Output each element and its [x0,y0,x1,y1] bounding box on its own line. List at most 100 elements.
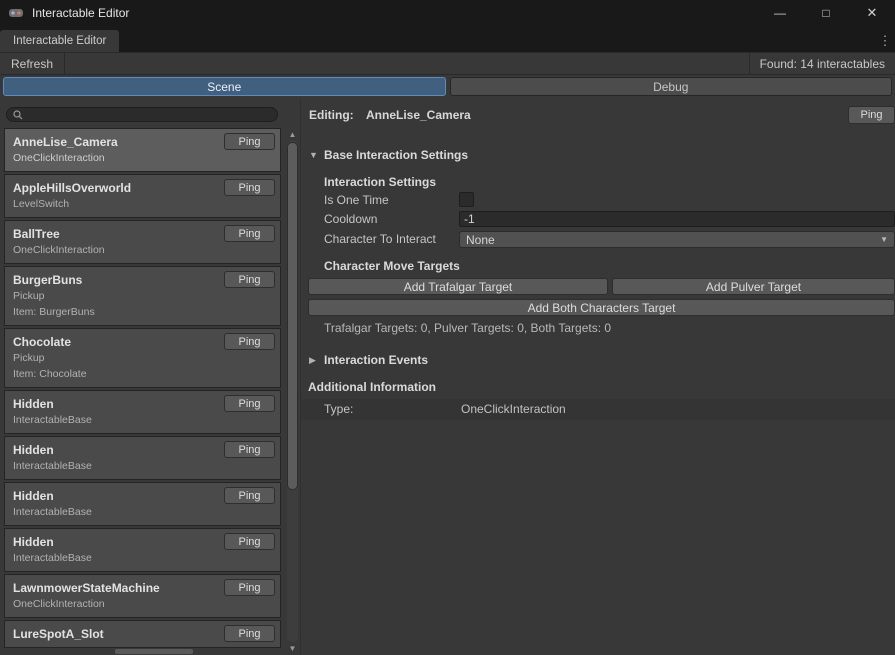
list-item[interactable]: Hidden InteractableBase Ping [4,482,281,526]
interactable-list: AnneLise_Camera OneClickInteraction Ping… [4,128,281,655]
add-both-row: Add Both Characters Target [301,299,895,316]
foldout-closed-icon: ▶ [309,355,318,366]
document-tab-bar: Interactable Editor ⋮ [0,26,895,52]
tab-menu-icon[interactable]: ⋮ [875,30,895,52]
list-item-sublines: InteractableBase [13,458,272,474]
vertical-scrollbar[interactable]: ▲ ▼ [285,99,300,655]
list-item[interactable]: Hidden InteractableBase Ping [4,436,281,480]
base-interaction-settings-foldout[interactable]: ▼ Base Interaction Settings [309,148,887,162]
tab-scene[interactable]: Scene [3,77,446,96]
character-to-interact-dropdown[interactable]: None ▼ [459,231,895,248]
add-trafalgar-target-button[interactable]: Add Trafalgar Target [308,278,608,295]
character-to-interact-row: Character To Interact None ▼ [301,231,895,248]
list-item[interactable]: AppleHillsOverworld LevelSwitch Ping [4,174,281,218]
list-item-subline: InteractableBase [13,412,272,428]
dropdown-value: None [466,233,495,247]
maximize-button[interactable]: □ [803,0,849,26]
list-item-sublines: OneClickInteraction [13,596,272,612]
ping-button[interactable]: Ping [224,133,275,150]
close-button[interactable]: ✕ [849,0,895,26]
list-item-sublines: OneClickInteraction [13,150,272,166]
scene-list-panel: × AnneLise_Camera OneClickInteraction Pi… [0,99,285,655]
search-input[interactable] [23,108,271,121]
view-tab-bar: Scene Debug [0,75,895,98]
character-move-targets-header: Character Move Targets [324,259,895,273]
ping-button[interactable]: Ping [224,271,275,288]
ping-button[interactable]: Ping [224,625,275,642]
ping-button[interactable]: Ping [224,579,275,596]
ping-button[interactable]: Ping [848,106,895,124]
minimize-button[interactable]: — [757,0,803,26]
editing-row: Editing: AnneLise_Camera Ping [301,105,895,125]
chevron-down-icon: ▼ [880,235,888,244]
tab-debug[interactable]: Debug [450,77,893,96]
app-icon [8,5,24,21]
search-field[interactable] [6,107,278,122]
add-both-characters-target-button[interactable]: Add Both Characters Target [308,299,895,316]
is-one-time-row: Is One Time [301,192,895,208]
list-item-subline: Item: Chocolate [13,366,272,382]
list-item-subline: OneClickInteraction [13,150,272,166]
list-item-sublines: PickupItem: Chocolate [13,350,272,382]
ping-button[interactable]: Ping [224,533,275,550]
editing-value: AnneLise_Camera [366,108,471,122]
search-icon [13,110,23,120]
scroll-up-icon[interactable]: ▲ [285,128,300,140]
ping-button[interactable]: Ping [224,225,275,242]
list-item[interactable]: Hidden InteractableBase Ping [4,390,281,434]
scroll-down-icon[interactable]: ▼ [285,642,300,654]
list-item[interactable]: AnneLise_Camera OneClickInteraction Ping [4,128,281,172]
list-item-subline: Item: BurgerBuns [13,304,272,320]
foldout-label: Interaction Events [324,353,428,367]
interaction-settings-header: Interaction Settings [324,175,895,189]
move-target-buttons-row: Add Trafalgar Target Add Pulver Target [301,278,895,295]
ping-button[interactable]: Ping [224,395,275,412]
list-item[interactable]: LawnmowerStateMachine OneClickInteractio… [4,574,281,618]
type-label: Type: [324,402,353,416]
scrollbar-thumb[interactable] [287,142,298,490]
list-item-sublines: InteractableBase [13,504,272,520]
titlebar: Interactable Editor — □ ✕ [0,0,895,26]
list-item-sublines: LevelSwitch [13,196,272,212]
ping-button[interactable]: Ping [224,487,275,504]
list-item[interactable]: BallTree OneClickInteraction Ping [4,220,281,264]
additional-information-header: Additional Information [308,380,895,394]
list-item[interactable]: Hidden InteractableBase Ping [4,528,281,572]
refresh-button[interactable]: Refresh [0,53,65,74]
list-item-subline: OneClickInteraction [13,242,272,258]
tab-interactable-editor[interactable]: Interactable Editor [0,30,119,52]
foldout-label: Base Interaction Settings [324,148,468,162]
list-item-sublines: OneClickInteraction [13,242,272,258]
interactable-editor-window: Interactable Editor — □ ✕ Interactable E… [0,0,895,655]
editing-label: Editing: [309,108,354,122]
horizontal-scrollbar-thumb[interactable] [115,649,193,654]
ping-button[interactable]: Ping [224,179,275,196]
foldout-open-icon: ▼ [309,150,318,160]
cooldown-input[interactable] [459,211,895,227]
toolbar: Refresh Found: 14 interactables [0,52,895,75]
ping-button[interactable]: Ping [224,441,275,458]
list-item-subline: Pickup [13,350,272,366]
inspector-panel: Editing: AnneLise_Camera Ping ▼ Base Int… [300,99,895,655]
list-item[interactable]: LureSpotA_Slot Ping [4,620,281,648]
is-one-time-checkbox[interactable] [459,192,474,207]
targets-summary-label: Trafalgar Targets: 0, Pulver Targets: 0,… [324,321,895,335]
main-content: × AnneLise_Camera OneClickInteraction Pi… [0,99,895,655]
interaction-events-foldout[interactable]: ▶ Interaction Events [309,353,887,367]
list-item-subline: InteractableBase [13,504,272,520]
type-row: Type: OneClickInteraction [301,399,895,420]
found-count-label: Found: 14 interactables [749,53,895,74]
list-item-subline: LevelSwitch [13,196,272,212]
cooldown-row: Cooldown [301,211,895,227]
list-item-subline: InteractableBase [13,550,272,566]
list-item-sublines: PickupItem: BurgerBuns [13,288,272,320]
list-item-subline: InteractableBase [13,458,272,474]
is-one-time-label: Is One Time [324,192,389,208]
list-item[interactable]: Chocolate PickupItem: Chocolate Ping [4,328,281,388]
add-pulver-target-button[interactable]: Add Pulver Target [612,278,895,295]
list-item-sublines: InteractableBase [13,412,272,428]
ping-button[interactable]: Ping [224,333,275,350]
list-item[interactable]: BurgerBuns PickupItem: BurgerBuns Ping [4,266,281,326]
list-item-subline: Pickup [13,288,272,304]
window-controls: — □ ✕ [757,0,895,26]
